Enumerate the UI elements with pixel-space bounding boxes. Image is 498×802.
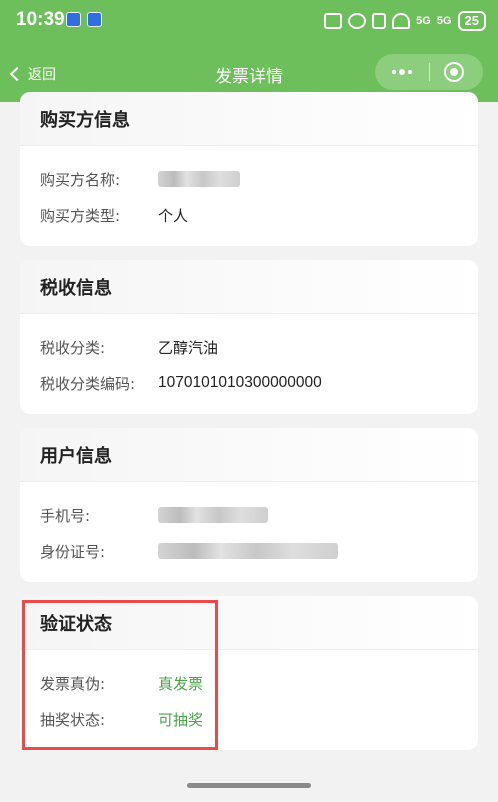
id-number-row: 身份证号:: [40, 539, 338, 563]
more-button[interactable]: [375, 54, 429, 90]
more-dots-icon: [392, 70, 396, 74]
buyer-type-row: 购买方类型: 个人: [40, 203, 188, 227]
buyer-name-row: 购买方名称:: [40, 167, 240, 191]
tax-info-card: 税收信息 税收分类: 乙醇汽油 税收分类编码: 1070101010300000…: [20, 260, 478, 414]
signal-2-label: 5G: [436, 15, 452, 27]
close-mini-program-button[interactable]: [444, 62, 464, 82]
notification-app-icon: [66, 12, 81, 27]
buyer-type-value: 个人: [158, 206, 189, 225]
battery-icon: 25: [457, 11, 486, 31]
status-icons: 5G 5G 25: [324, 10, 486, 32]
user-info-card: 用户信息 手机号: 身份证号:: [20, 428, 478, 582]
buyer-name-label: 购买方名称:: [40, 170, 121, 189]
tax-category-row: 税收分类: 乙醇汽油: [40, 335, 218, 359]
wifi-icon: [392, 13, 411, 29]
mini-program-capsule: [375, 54, 483, 90]
vibrate-icon: [372, 13, 387, 29]
tax-category-label: 税收分类:: [40, 338, 106, 357]
capsule-divider: [429, 63, 430, 81]
phone-row: 手机号:: [40, 503, 268, 527]
phone-redacted: [158, 507, 268, 523]
id-number-redacted: [158, 543, 338, 559]
buyer-type-label: 购买方类型:: [40, 206, 121, 225]
tax-code-label: 税收分类编码:: [40, 374, 136, 393]
more-dots-icon-center: [399, 69, 405, 75]
buyer-name-redacted: [158, 171, 240, 187]
user-info-title: 用户信息: [20, 428, 478, 482]
highlight-box: [22, 600, 218, 750]
tax-category-value: 乙醇汽油: [158, 338, 219, 357]
nfc-icon: [324, 13, 343, 29]
target-circle-icon: [450, 68, 458, 76]
buyer-info-card: 购买方信息 购买方名称: 购买方类型: 个人: [20, 92, 478, 246]
tax-code-value: 1070101010300000000: [158, 374, 322, 391]
status-time: 10:39: [16, 9, 65, 30]
id-number-label: 身份证号:: [40, 542, 106, 561]
status-bar: 10:39 5G 5G 25: [0, 0, 498, 46]
home-indicator[interactable]: [187, 783, 311, 788]
notification-app-icon: [87, 12, 102, 27]
alarm-icon: [348, 13, 367, 29]
tax-code-row: 税收分类编码: 1070101010300000000: [40, 371, 322, 395]
signal-1-label: 5G: [416, 15, 431, 27]
buyer-info-title: 购买方信息: [20, 92, 478, 146]
tax-info-title: 税收信息: [20, 260, 478, 314]
phone-label: 手机号:: [40, 506, 91, 525]
more-dots-icon-right: [408, 70, 412, 74]
